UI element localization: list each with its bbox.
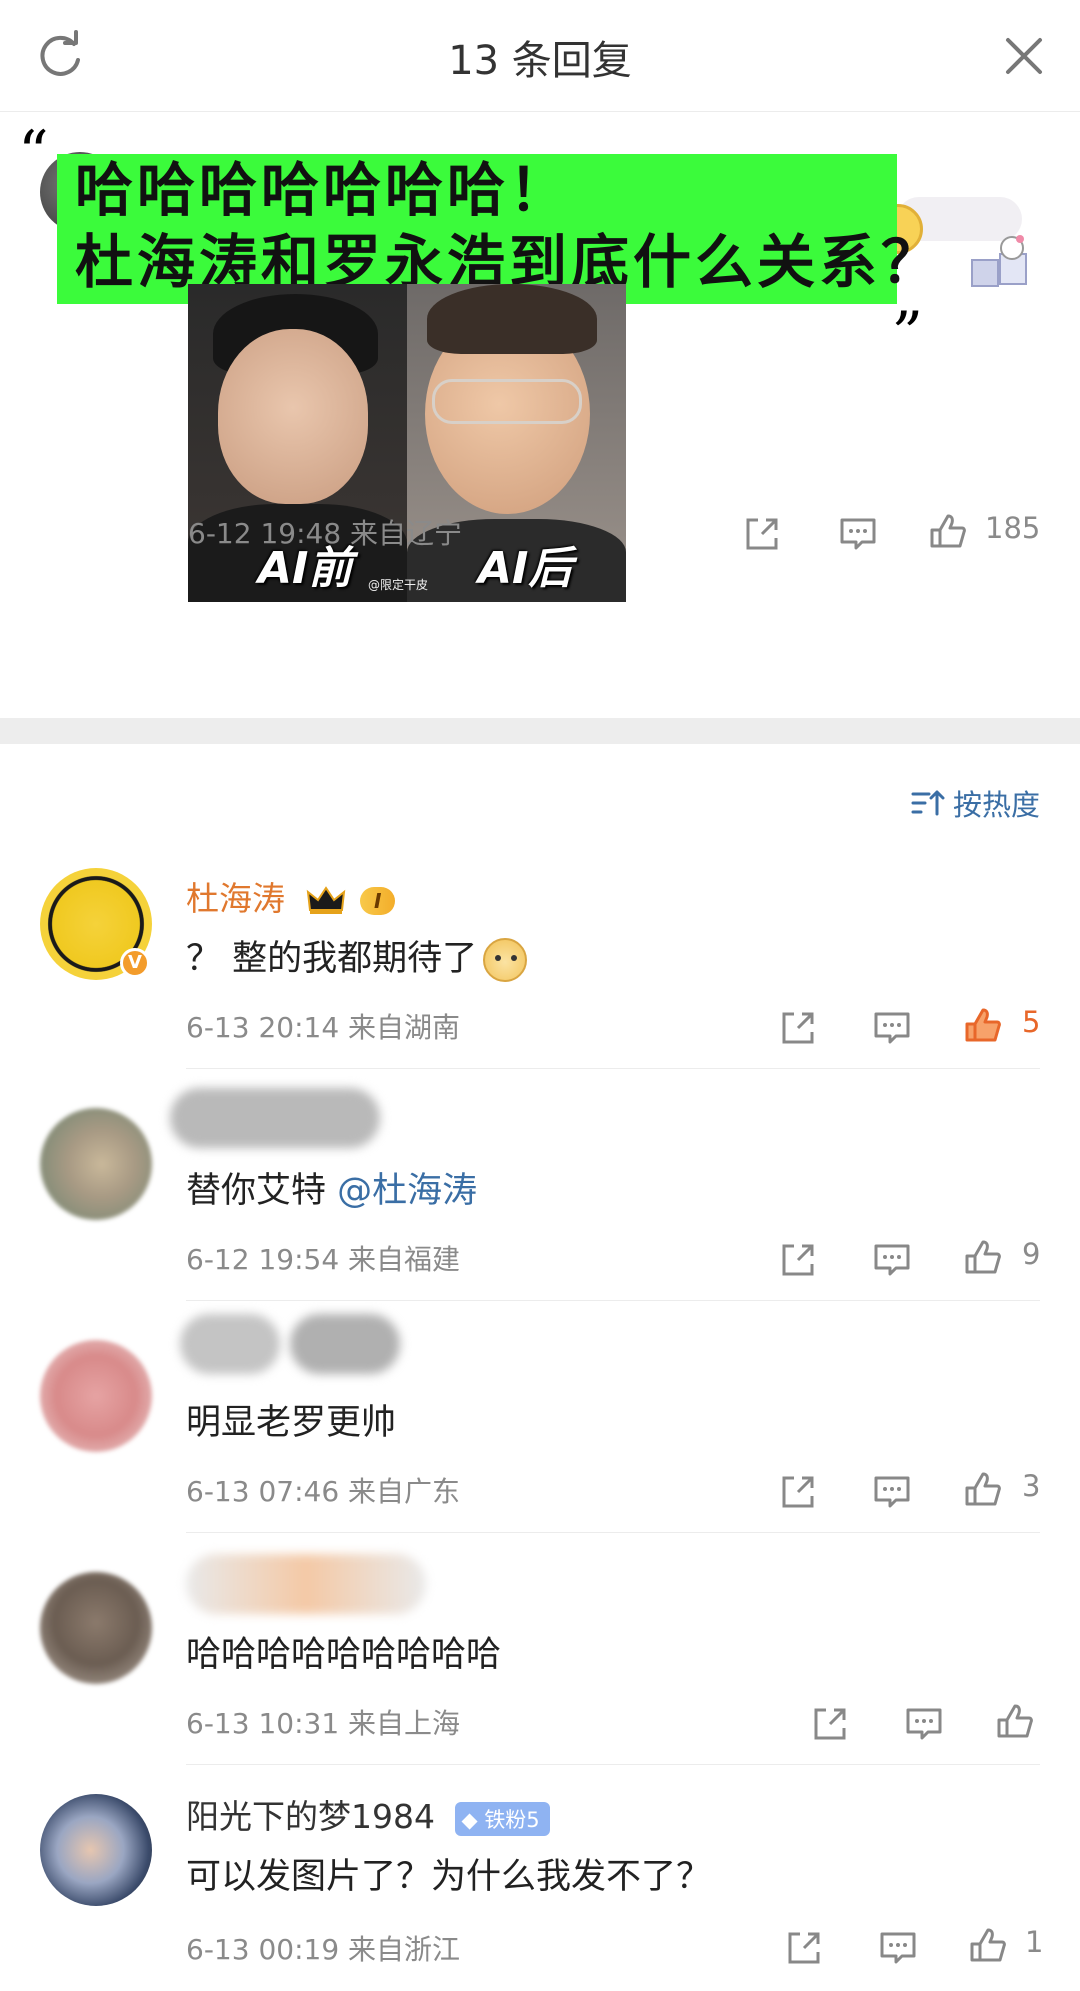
author-name: 杜海涛 <box>186 879 285 918</box>
share-icon[interactable] <box>810 1704 850 1744</box>
close-quote-icon: „ <box>893 262 925 332</box>
doge-emoji-icon <box>483 938 528 982</box>
comment-text: 替你艾特 @杜海涛 <box>186 1162 477 1213</box>
comment-author[interactable]: 阳光下的梦1984 ◆ 铁粉5 <box>186 1790 550 1838</box>
sort-by-hot-button[interactable]: 按热度 <box>911 782 1040 824</box>
comment-item: 哈哈哈哈哈哈哈哈哈 6-13 10:31 来自上海 <box>0 1532 1080 1765</box>
blurred-author-name <box>180 1314 280 1374</box>
fan-badge: ◆ 铁粉5 <box>455 1801 550 1836</box>
level-badge: I <box>360 886 396 915</box>
comment-text: 可以发图片了？为什么我发不了？ <box>186 1857 712 1897</box>
like-count: 3 <box>1022 1469 1041 1503</box>
like-icon[interactable] <box>968 1926 1008 1966</box>
comment-meta: 6-13 20:14 来自湖南 <box>186 1011 461 1044</box>
comment-icon[interactable] <box>904 1704 944 1744</box>
comment-author[interactable]: 杜海涛 I <box>186 872 396 920</box>
like-count: 1 <box>1025 1925 1044 1959</box>
comment-icon[interactable] <box>872 1008 912 1048</box>
fan-badge-label: 铁粉5 <box>484 1807 540 1832</box>
avatar[interactable] <box>40 1108 152 1220</box>
like-count: 185 <box>985 511 1041 545</box>
avatar[interactable] <box>40 1340 152 1452</box>
comment-item: 替你艾特 @杜海涛 6-12 19:54 来自福建 9 <box>0 1068 1080 1301</box>
like-count: 9 <box>1022 1237 1041 1271</box>
blurred-author-badge <box>290 1314 400 1374</box>
headline-banner: 哈哈哈哈哈哈哈！ 杜海涛和罗永浩到底什么关系？ <box>57 154 939 304</box>
blurred-author-name <box>170 1088 380 1148</box>
like-count: 5 <box>1022 1005 1041 1039</box>
comparison-image[interactable]: AI前 AI后 @限定干皮 <box>188 284 626 602</box>
comment-icon[interactable] <box>872 1240 912 1280</box>
page-title: 13 条回复 <box>448 38 632 84</box>
comment-item: 阳光下的梦1984 ◆ 铁粉5 可以发图片了？为什么我发不了？ 6-13 00:… <box>0 1764 1080 1991</box>
comment-text-content: ？ 整的我都期待了 <box>186 939 478 979</box>
comment-item: V 杜海涛 I ？ 整的我都期待了 6-13 20:14 来自湖南 5 <box>0 868 1080 1069</box>
banner-line-1: 哈哈哈哈哈哈哈！ <box>75 156 572 224</box>
post-meta: 6-12 19:48 来自辽宁 <box>188 517 463 550</box>
comment-text: ？ 整的我都期待了 <box>186 930 528 982</box>
image-watermark: @限定干皮 <box>368 578 429 592</box>
close-icon[interactable] <box>998 30 1050 82</box>
blurred-author-name <box>186 1554 426 1614</box>
crown-icon <box>306 885 345 914</box>
share-icon[interactable] <box>742 514 782 554</box>
section-divider <box>0 718 1080 744</box>
comment-meta: 6-12 19:54 来自福建 <box>186 1243 461 1276</box>
share-icon[interactable] <box>784 1928 824 1968</box>
like-icon[interactable] <box>963 1238 1003 1278</box>
like-icon[interactable] <box>995 1702 1035 1742</box>
comment-item: 明显老罗更帅 6-13 07:46 来自广东 3 <box>0 1300 1080 1533</box>
share-icon[interactable] <box>778 1472 818 1512</box>
share-icon[interactable] <box>778 1240 818 1280</box>
comment-text: 哈哈哈哈哈哈哈哈哈 <box>186 1635 502 1675</box>
open-quote-icon: “ <box>18 118 49 188</box>
comment-icon[interactable] <box>872 1472 912 1512</box>
comment-icon[interactable] <box>878 1928 918 1968</box>
main-post: 哈哈哈哈哈哈哈！ 杜海涛和罗永浩到底什么关系？ “ „ AI前 AI后 @限定干… <box>0 112 1080 718</box>
image-label-after: AI后 <box>478 543 573 594</box>
sort-label: 按热度 <box>952 788 1040 822</box>
avatar[interactable] <box>40 1794 152 1906</box>
header-bar: 13 条回复 <box>0 0 1080 112</box>
verified-badge-icon: V <box>120 948 150 978</box>
comment-text-content: 替你艾特 <box>186 1171 338 1211</box>
mention-link[interactable]: @杜海涛 <box>337 1171 477 1211</box>
avatar[interactable] <box>40 1572 152 1684</box>
like-icon[interactable] <box>963 1470 1003 1510</box>
comment-icon[interactable] <box>838 514 878 554</box>
comment-meta: 6-13 00:19 来自浙江 <box>186 1933 461 1966</box>
like-icon-active[interactable] <box>963 1006 1003 1046</box>
sort-icon <box>911 790 945 816</box>
comment-meta: 6-13 07:46 来自广东 <box>186 1475 461 1508</box>
like-icon[interactable] <box>928 512 968 552</box>
hello-kitty-gift-icon <box>971 235 1027 287</box>
comment-meta: 6-13 10:31 来自上海 <box>186 1707 461 1740</box>
share-icon[interactable] <box>778 1008 818 1048</box>
author-name: 阳光下的梦1984 <box>186 1797 435 1836</box>
comment-text: 明显老罗更帅 <box>186 1403 397 1443</box>
